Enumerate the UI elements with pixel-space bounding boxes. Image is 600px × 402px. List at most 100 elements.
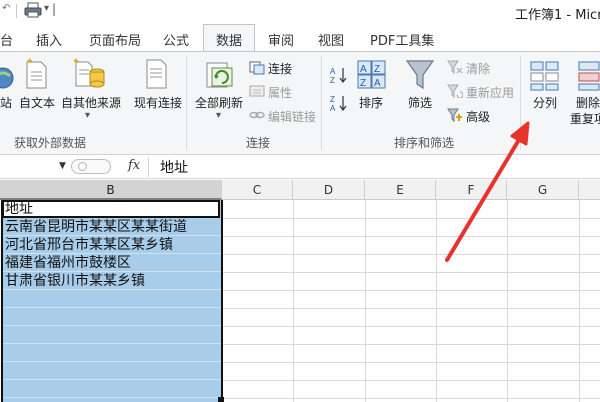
worksheet-grid[interactable]: 地址 云南省昆明市某某区某某街道 河北省邢台市某某区某乡镇 福建省福州市鼓楼区 … — [0, 200, 600, 402]
window-title: 工作簿1 - Micr — [515, 8, 600, 23]
quick-access-more-icon[interactable]: | — [52, 2, 56, 16]
title-bar: ↶ ▾ | 工作簿1 - Micr — [0, 0, 600, 23]
svg-text:Z: Z — [360, 78, 366, 89]
grid-line — [222, 254, 600, 255]
svg-text:A: A — [360, 64, 367, 75]
tab-pdf-tools[interactable]: PDF工具集 — [370, 30, 434, 49]
group-label-connections: 连接 — [246, 136, 271, 150]
grid-line — [507, 200, 508, 402]
svg-text:A: A — [374, 78, 381, 89]
connections-link[interactable]: 连接 — [268, 60, 292, 77]
remove-duplicates-button-line2[interactable]: 重复项 — [570, 110, 600, 127]
print-icon[interactable] — [24, 2, 42, 18]
cell-b1[interactable]: 地址 — [5, 200, 33, 218]
refresh-dropdown-icon[interactable]: ▾ — [216, 110, 221, 121]
reapply-link[interactable]: 重新应用 — [466, 84, 514, 101]
sort-ascending-icon[interactable]: A Z — [330, 66, 348, 84]
formula-bar-separator — [148, 157, 149, 177]
circle-icon — [78, 162, 87, 171]
clear-link[interactable]: 清除 — [466, 60, 490, 77]
tab-home[interactable]: 台 — [0, 30, 13, 49]
column-header-e[interactable]: E — [365, 180, 436, 200]
group-label-external-data: 获取外部数据 — [14, 136, 87, 150]
column-header-d[interactable]: D — [293, 180, 365, 200]
cell-b2[interactable]: 云南省昆明市某某区某某街道 — [5, 218, 187, 236]
filter-funnel-icon — [405, 60, 435, 90]
column-header-f[interactable]: F — [436, 180, 507, 200]
fill-handle[interactable] — [218, 397, 224, 402]
existing-connections-icon — [146, 59, 167, 89]
edit-links-link[interactable]: 编辑链接 — [268, 108, 316, 125]
grid-line — [222, 380, 600, 381]
grid-line — [222, 290, 600, 291]
remove-duplicates-button[interactable]: 删除 — [576, 94, 600, 111]
ribbon-tabs: 台 插入 页面布局 公式 数据 审阅 视图 PDF工具集 — [0, 22, 600, 52]
refresh-all-button[interactable]: 全部刷新 — [195, 94, 243, 111]
svg-text:Z: Z — [374, 64, 380, 75]
tab-formulas[interactable]: 公式 — [163, 30, 189, 49]
sort-button[interactable]: 排序 — [359, 94, 383, 111]
column-header-g[interactable]: G — [507, 180, 579, 200]
tab-insert[interactable]: 插入 — [36, 30, 62, 49]
grid-line — [293, 200, 294, 402]
column-header-b[interactable]: B — [0, 180, 222, 200]
text-to-columns-icon — [530, 61, 559, 91]
grid-line — [365, 200, 366, 402]
from-web-button[interactable]: 站 — [0, 94, 12, 111]
remove-duplicates-icon — [578, 61, 600, 91]
group-separator — [321, 56, 322, 150]
name-box-dropdown-icon[interactable]: ▼ — [59, 161, 66, 171]
advanced-filter-icon — [447, 108, 462, 122]
grid-line — [222, 308, 600, 309]
filter-button[interactable]: 筛选 — [408, 94, 432, 111]
group-label-sort-filter: 排序和筛选 — [394, 136, 455, 150]
svg-text:✦: ✦ — [72, 57, 80, 67]
properties-link[interactable]: 属性 — [268, 84, 292, 101]
from-text-button[interactable]: 自文本 — [19, 94, 55, 111]
column-headers: B C D E F G — [0, 180, 600, 200]
refresh-all-icon — [206, 62, 233, 88]
formula-bar-handle[interactable] — [71, 159, 111, 174]
svg-text:A: A — [330, 67, 336, 76]
text-to-columns-button[interactable]: 分列 — [533, 94, 557, 111]
grid-line — [222, 236, 600, 237]
cell-b4[interactable]: 福建省福州市鼓楼区 — [5, 254, 131, 272]
tab-view[interactable]: 视图 — [318, 30, 344, 49]
svg-text:✦: ✦ — [26, 57, 34, 67]
reapply-filter-icon — [447, 84, 463, 98]
clear-filter-icon — [447, 60, 463, 74]
grid-line — [436, 200, 437, 402]
grid-line — [222, 326, 600, 327]
advanced-link[interactable]: 高级 — [466, 108, 490, 125]
tab-review[interactable]: 审阅 — [268, 30, 294, 49]
edit-links-icon — [249, 111, 265, 119]
undo-arrow-icon[interactable]: ↶ — [2, 3, 10, 14]
sort-descending-icon[interactable]: Z A — [330, 94, 348, 112]
from-other-sources-button[interactable]: 自其他来源 — [61, 94, 121, 111]
properties-icon — [249, 85, 265, 97]
quick-access-separator — [16, 4, 17, 18]
grid-line — [222, 362, 600, 363]
other-sources-icon: ✦ — [72, 57, 105, 88]
svg-text:A: A — [330, 104, 336, 112]
grid-line — [222, 218, 600, 219]
existing-connections-button[interactable]: 现有连接 — [134, 94, 182, 111]
cell-b5[interactable]: 甘肃省银川市某某乡镇 — [5, 272, 145, 290]
ribbon: 站 ✦ 自文本 ✦ 自其他来源 ▾ 现有连接 获取外部数据 全部刷新 ▾ 连接 … — [0, 51, 600, 155]
tab-page-layout[interactable]: 页面布局 — [89, 30, 141, 49]
grid-line — [222, 272, 600, 273]
other-sources-dropdown-icon[interactable]: ▾ — [85, 110, 90, 121]
connections-icon — [249, 61, 265, 75]
column-header-c[interactable]: C — [222, 180, 293, 200]
cell-b3[interactable]: 河北省邢台市某某区某乡镇 — [5, 236, 173, 254]
formula-input[interactable]: 地址 — [160, 157, 188, 177]
group-separator — [186, 56, 187, 150]
svg-text:Z: Z — [330, 95, 335, 104]
grid-line — [579, 200, 580, 402]
svg-text:Z: Z — [330, 76, 335, 84]
customize-dropdown-icon[interactable]: ▾ — [44, 3, 49, 14]
tab-data[interactable]: 数据 — [203, 24, 256, 52]
sort-dialog-icon: A Z Z A — [357, 60, 386, 89]
insert-function-icon[interactable]: fx — [128, 158, 140, 173]
text-file-icon: ✦ — [26, 57, 47, 89]
